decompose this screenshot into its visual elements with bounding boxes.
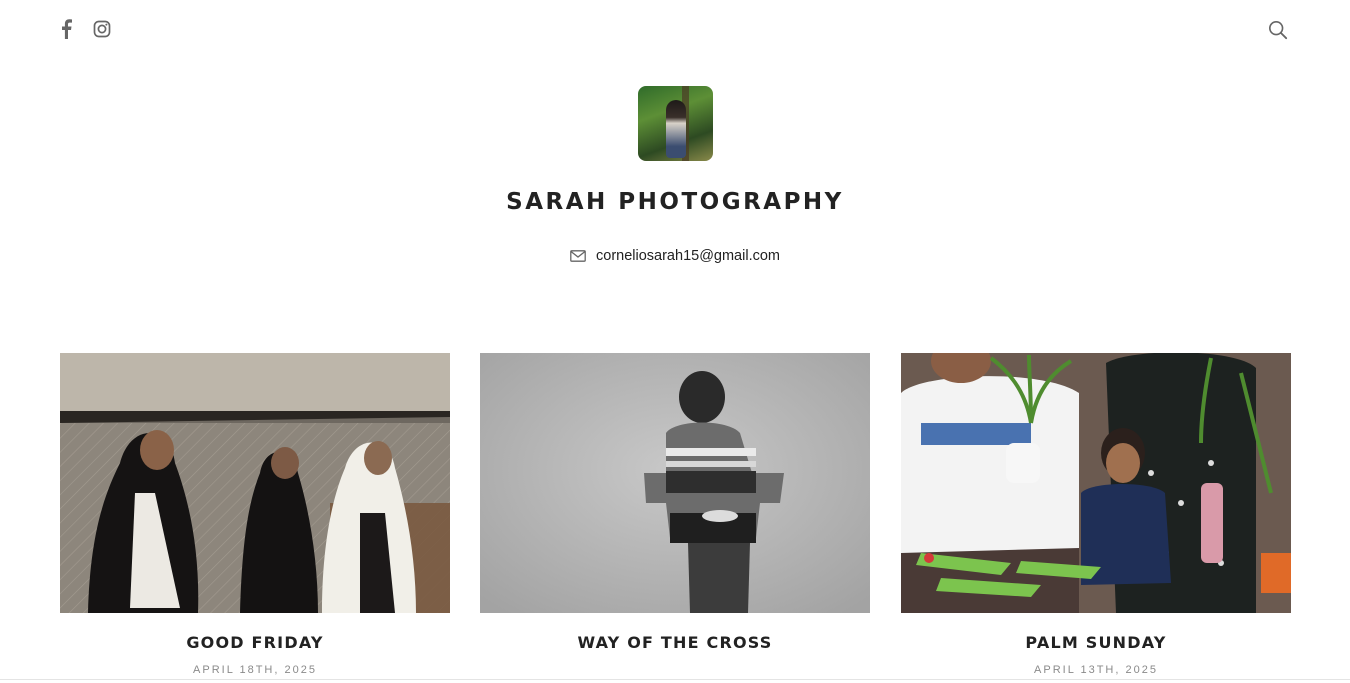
post-card: PALM SUNDAY APRIL 13TH, 2025 [901, 353, 1291, 676]
post-card: WAY OF THE CROSS [480, 353, 870, 664]
post-photo[interactable] [60, 353, 450, 613]
posts-grid: GOOD FRIDAY APRIL 18TH, 2025 WAY OF THE … [60, 353, 1291, 683]
post-photo[interactable] [480, 353, 870, 613]
site-title[interactable]: SARAH PHOTOGRAPHY [0, 189, 1350, 215]
avatar[interactable] [637, 86, 713, 161]
post-photo[interactable] [901, 353, 1291, 613]
avatar-person [665, 100, 686, 158]
post-date: APRIL 13TH, 2025 [1034, 664, 1158, 676]
top-bar [0, 0, 1350, 60]
profile-header: SARAH PHOTOGRAPHY corneliosarah15@gmail.… [0, 86, 1350, 267]
instagram-icon [93, 20, 111, 38]
email-text: corneliosarah15@gmail.com [596, 248, 780, 264]
envelope-icon [570, 250, 586, 262]
contact-email[interactable]: corneliosarah15@gmail.com [570, 248, 780, 264]
post-title[interactable]: WAY OF THE CROSS [480, 633, 870, 652]
post-title[interactable]: PALM SUNDAY [901, 633, 1291, 652]
post-card: GOOD FRIDAY APRIL 18TH, 2025 [60, 353, 450, 676]
search-icon [1269, 21, 1288, 40]
search-button[interactable] [1268, 19, 1288, 41]
facebook-link[interactable] [56, 18, 76, 40]
social-links [56, 18, 112, 40]
instagram-link[interactable] [92, 18, 112, 40]
facebook-icon [62, 19, 72, 39]
post-title[interactable]: GOOD FRIDAY [60, 633, 450, 652]
post-date: APRIL 18TH, 2025 [193, 664, 317, 676]
bottom-divider [0, 679, 1350, 680]
